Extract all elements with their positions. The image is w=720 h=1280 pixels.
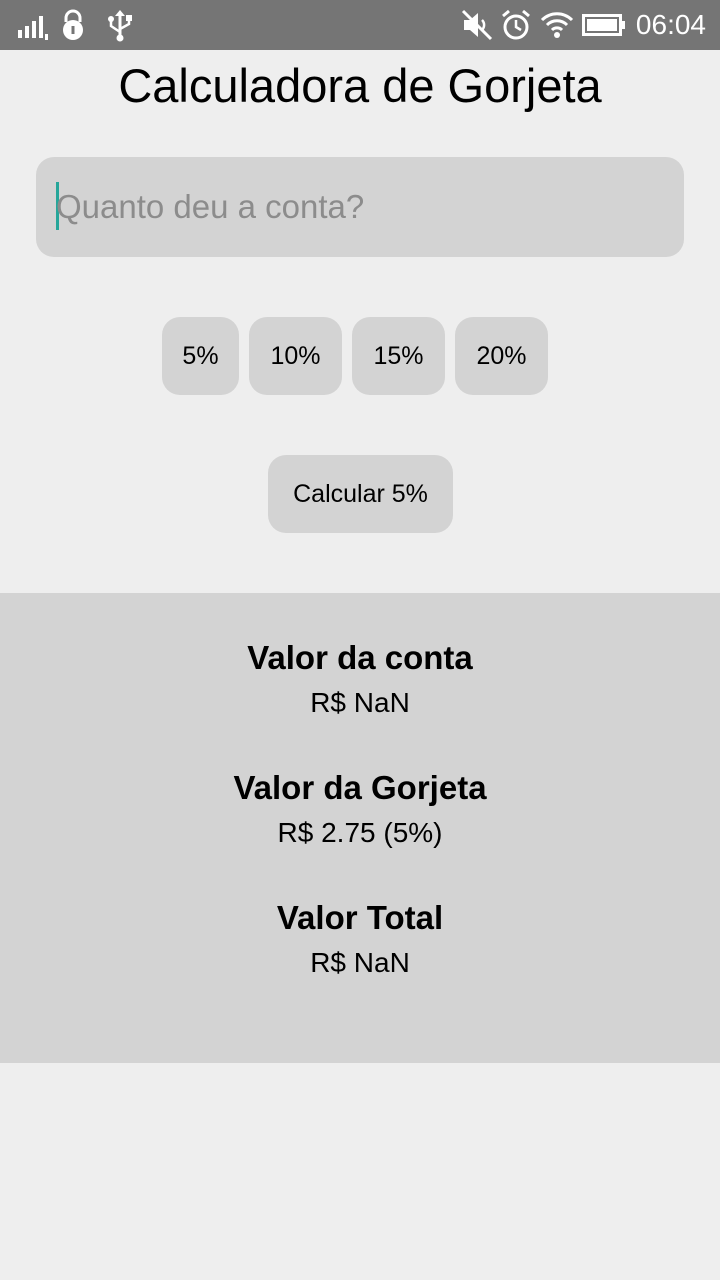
status-clock: 06:04 (635, 9, 706, 40)
bill-input-container[interactable] (36, 157, 684, 257)
lock-icon (63, 9, 83, 40)
wifi-icon (540, 12, 574, 38)
tip-value: R$ 2.75 (5%) (277, 817, 443, 848)
mute-icon (461, 9, 493, 41)
page-title: Calculadora de Gorjeta (118, 59, 602, 112)
bill-amount-input[interactable] (56, 157, 656, 257)
results-panel: Valor da conta R$ NaN Valor da Gorjeta R… (0, 593, 720, 1063)
calculate-button[interactable]: Calcular 5% (268, 455, 453, 533)
status-bar: 06:04 (0, 0, 720, 50)
battery-icon (582, 14, 625, 36)
signal-icon (18, 16, 48, 40)
total-value: R$ NaN (310, 947, 410, 978)
total-label: Valor Total (276, 899, 444, 936)
tip-15-button[interactable]: 15% (352, 317, 445, 395)
tip-20-button[interactable]: 20% (455, 317, 548, 395)
tip-10-button[interactable]: 10% (249, 317, 342, 395)
bill-value: R$ NaN (310, 687, 410, 718)
tip-label: Valor da Gorjeta (233, 769, 487, 806)
tip-5-button[interactable]: 5% (162, 317, 239, 395)
bill-label: Valor da conta (247, 639, 473, 676)
alarm-icon (502, 9, 530, 40)
usb-icon (108, 10, 132, 42)
